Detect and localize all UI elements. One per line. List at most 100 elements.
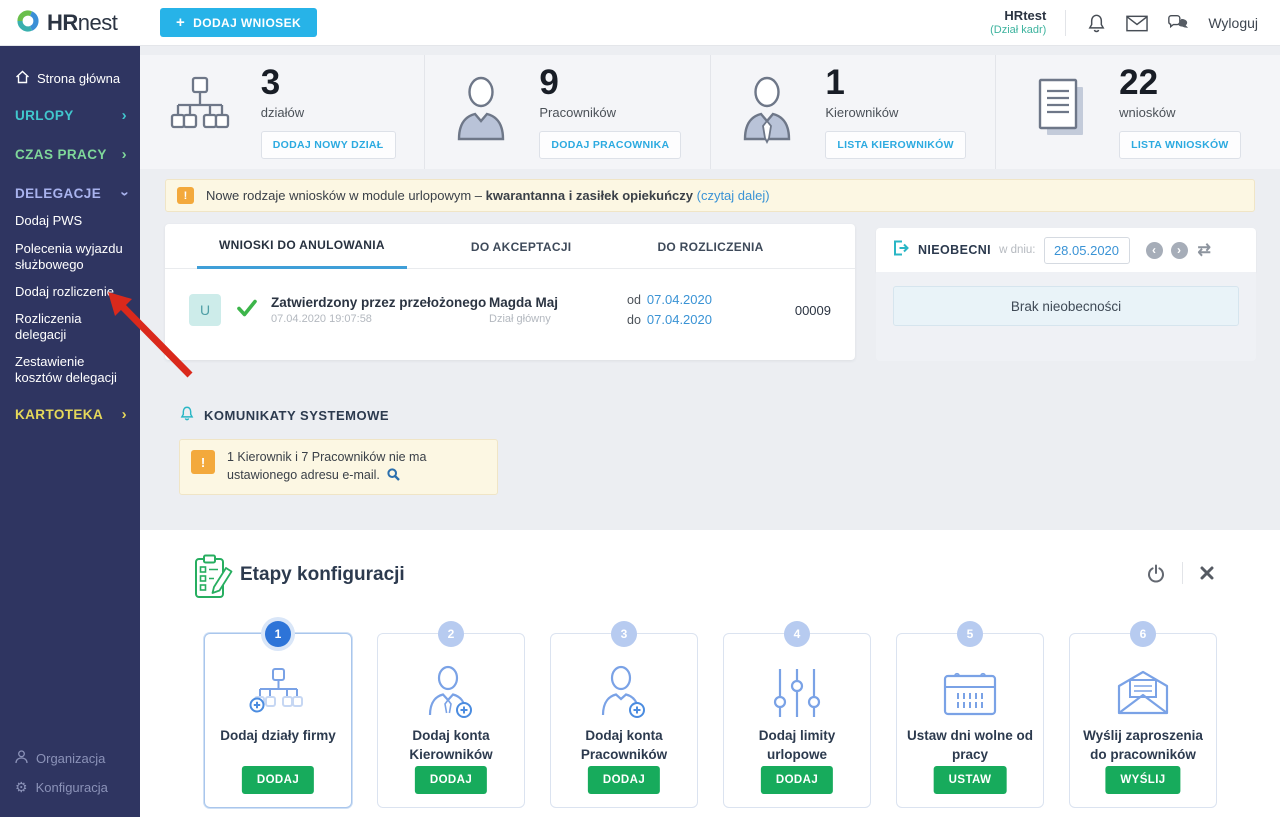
logout-link[interactable]: Wyloguj	[1208, 15, 1258, 31]
request-status: Zatwierdzony przez przełożonego 07.04.20…	[271, 295, 489, 325]
absent-exit-icon	[893, 240, 910, 261]
sidebar-item-organizacja[interactable]: Organizacja	[15, 750, 127, 768]
stat-departments: 3 działów DODAJ NOWY DZIAŁ	[140, 55, 425, 169]
close-icon[interactable]	[1200, 566, 1214, 580]
stat-managers: 1 Kierowników LISTA KIEROWNIKÓW	[711, 55, 996, 169]
request-number: 00009	[795, 303, 831, 318]
chevron-down-icon: ›	[119, 192, 129, 197]
step-6-send-button[interactable]: WYŚLIJ	[1105, 766, 1180, 794]
org-chart-icon	[169, 75, 231, 150]
current-user[interactable]: HRtest (Dział kadr)	[990, 9, 1046, 37]
envelope-open-icon	[1070, 664, 1216, 722]
step-card-2: 2 Dodaj konta Kierowników DODAJ	[377, 633, 525, 808]
step-title: Dodaj konta Kierowników	[378, 727, 524, 765]
prev-day-button[interactable]: ‹	[1146, 242, 1163, 259]
configuration-panel: Etapy konfiguracji 1	[140, 530, 1280, 817]
step-card-5: 5 Ustaw dni wolne od pracy USTAW	[896, 633, 1044, 808]
sidebar-item-konfiguracja[interactable]: ⚙ Konfiguracja	[15, 779, 127, 797]
plus-icon: +	[176, 14, 185, 31]
step-card-6: 6 Wyślij zaproszenia do pracowników WYŚL…	[1069, 633, 1217, 808]
logo-text: HRnest	[47, 10, 117, 36]
org-chart-add-icon	[205, 664, 351, 722]
bell-icon	[179, 405, 195, 425]
mail-icon[interactable]	[1126, 12, 1148, 34]
absent-title: NIEOBECNI	[918, 243, 991, 257]
add-employee-button[interactable]: DODAJ PRACOWNIKA	[539, 131, 681, 159]
step-5-set-button[interactable]: USTAW	[934, 766, 1007, 794]
sidebar-section-kartoteka[interactable]: KARTOTEKA ›	[15, 407, 127, 424]
sidebar-item-dodaj-pws[interactable]: Dodaj PWS	[15, 213, 127, 229]
banner-text: Nowe rodzaje wniosków w module urlopowym…	[206, 188, 770, 203]
sidebar-item-rozliczenia-delegacji[interactable]: Rozliczenia delegacji	[15, 311, 127, 344]
date-from[interactable]: 07.04.2020	[647, 292, 712, 307]
step-card-4: 4 Dodaj limity urlopowe DODAJ	[723, 633, 871, 808]
sidebar-section-delegacje[interactable]: DELEGACJE ›	[15, 186, 127, 203]
person-icon	[453, 75, 509, 150]
absent-panel: NIEOBECNI w dniu: ‹ › ⇄ Brak nieobecnośc…	[876, 228, 1256, 361]
step-title: Dodaj konta Pracowników	[551, 727, 697, 765]
managers-list-button[interactable]: LISTA KIEROWNIKÓW	[825, 131, 966, 159]
hrnest-dashboard: HRnest + DODAJ WNIOSEK HRtest (Dział kad…	[0, 0, 1280, 817]
tab-do-rozliczenia[interactable]: DO ROZLICZENIA	[635, 224, 785, 269]
person-icon	[15, 750, 28, 768]
no-absences-message: Brak nieobecności	[893, 286, 1239, 326]
sliders-icon	[724, 664, 870, 722]
next-day-button[interactable]: ›	[1171, 242, 1188, 259]
read-more-link[interactable]: (czytaj dalej)	[697, 188, 770, 203]
step-title: Wyślij zaproszenia do pracowników	[1070, 727, 1216, 765]
chevron-right-icon: ›	[122, 150, 127, 160]
date-to[interactable]: 07.04.2020	[647, 312, 712, 327]
step-number: 5	[957, 621, 983, 647]
magnifier-icon[interactable]	[387, 468, 400, 486]
tab-do-akceptacji[interactable]: DO AKCEPTACJI	[449, 224, 594, 269]
stat-value: 9	[539, 65, 558, 100]
gear-icon: ⚙	[15, 779, 28, 797]
swap-arrows-icon[interactable]: ⇄	[1198, 240, 1211, 260]
request-person: Magda Maj Dział główny	[489, 295, 627, 325]
stat-employees: 9 Pracowników DODAJ PRACOWNIKA	[425, 55, 710, 169]
chevron-right-icon: ›	[122, 111, 127, 121]
add-department-button[interactable]: DODAJ NOWY DZIAŁ	[261, 131, 396, 159]
absent-date-input[interactable]	[1044, 237, 1130, 264]
sidebar-section-urlopy[interactable]: URLOPY ›	[15, 108, 127, 125]
step-title: Dodaj limity urlopowe	[724, 727, 870, 765]
person-name: Magda Maj	[489, 295, 627, 310]
hrnest-logo-icon	[16, 9, 40, 38]
step-number: 1	[265, 621, 291, 647]
step-1-add-button[interactable]: DODAJ	[242, 766, 314, 794]
step-title: Ustaw dni wolne od pracy	[897, 727, 1043, 765]
config-panel-title: Etapy konfiguracji	[240, 564, 405, 586]
notifications-bell-icon[interactable]	[1085, 12, 1107, 34]
sidebar-item-polecenia-wyjazdu[interactable]: Polecenia wyjazdu służbowego	[15, 241, 127, 274]
stat-label: wniosków	[1119, 105, 1175, 120]
main-content: 3 działów DODAJ NOWY DZIAŁ 9 Pracowników…	[140, 46, 1280, 817]
checklist-pencil-icon	[194, 554, 234, 605]
step-card-3: 3 Dodaj konta Pracowników DODAJ	[550, 633, 698, 808]
step-number: 6	[1130, 621, 1156, 647]
top-bar: HRnest + DODAJ WNIOSEK HRtest (Dział kad…	[0, 0, 1280, 46]
stat-value: 1	[825, 65, 844, 100]
sidebar-item-home[interactable]: Strona główna	[15, 70, 127, 88]
step-number: 4	[784, 621, 810, 647]
add-request-button[interactable]: + DODAJ WNIOSEK	[160, 8, 317, 37]
warning-icon: !	[177, 187, 194, 204]
request-row[interactable]: U Zatwierdzony przez przełożonego 07.04.…	[165, 269, 855, 330]
user-department: (Dział kadr)	[990, 24, 1046, 37]
power-toggle-icon[interactable]	[1147, 564, 1165, 583]
requests-list-button[interactable]: LISTA WNIOSKÓW	[1119, 131, 1241, 159]
sidebar-section-czas-pracy[interactable]: CZAS PRACY ›	[15, 147, 127, 164]
hrnest-logo[interactable]: HRnest	[16, 0, 117, 46]
person-department: Dział główny	[489, 313, 627, 325]
request-dates: od07.04.2020 do07.04.2020	[627, 290, 752, 330]
calendar-icon	[897, 664, 1043, 722]
sidebar-item-zestawienie-kosztow[interactable]: Zestawienie kosztów delegacji	[15, 354, 127, 387]
step-4-add-button[interactable]: DODAJ	[761, 766, 833, 794]
step-card-1: 1 Dodaj działy firmy	[204, 633, 352, 808]
system-messages-header: KOMUNIKATY SYSTEMOWE	[179, 405, 389, 425]
stat-requests: 22 wniosków LISTA WNIOSKÓW	[996, 55, 1280, 169]
step-2-add-button[interactable]: DODAJ	[415, 766, 487, 794]
step-3-add-button[interactable]: DODAJ	[588, 766, 660, 794]
sidebar-item-dodaj-rozliczenie[interactable]: Dodaj rozliczenie	[15, 284, 127, 300]
chat-icon[interactable]	[1167, 12, 1189, 34]
tab-wnioski-do-anulowania[interactable]: WNIOSKI DO ANULOWANIA	[197, 224, 407, 269]
